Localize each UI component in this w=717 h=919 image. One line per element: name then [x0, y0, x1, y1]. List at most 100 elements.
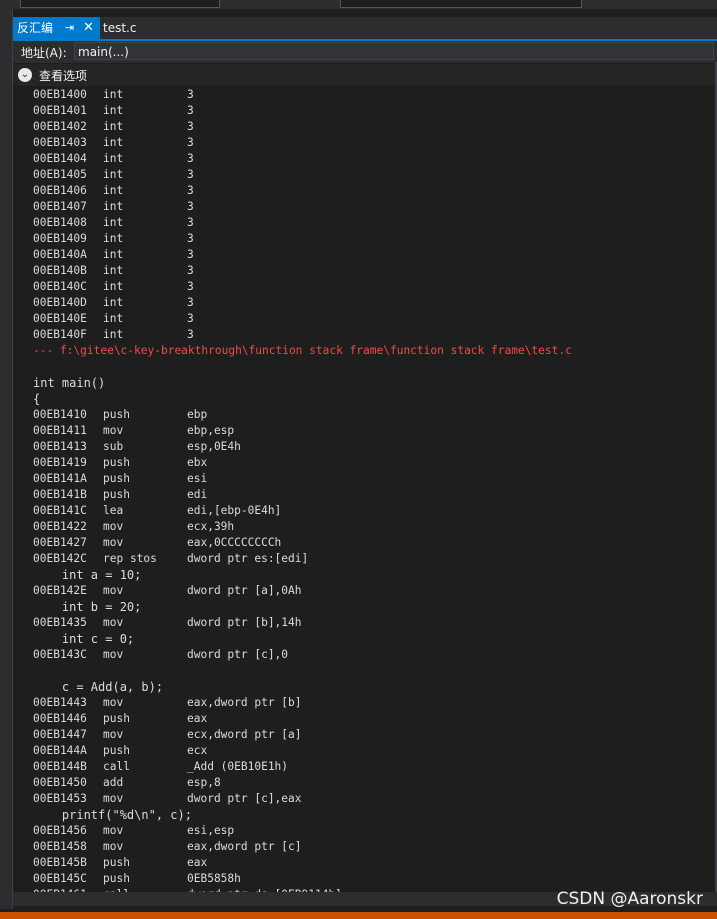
- asm-line: 00EB144A push ecx: [13, 743, 714, 759]
- asm-opcode: mov: [103, 584, 124, 597]
- asm-address: 00EB140F: [33, 328, 87, 341]
- tab-test-c[interactable]: test.c: [103, 17, 136, 39]
- status-bar: [0, 912, 717, 919]
- asm-operands: 3: [187, 248, 194, 261]
- asm-line: 00EB1409 int 3: [13, 231, 714, 247]
- asm-operands: 3: [187, 264, 194, 277]
- asm-opcode: int: [103, 280, 124, 293]
- asm-line: 00EB1407 int 3: [13, 199, 714, 215]
- asm-line: 00EB1458 mov eax,dword ptr [c]: [13, 839, 714, 855]
- asm-line: 00EB140A int 3: [13, 247, 714, 263]
- asm-address: 00EB143C: [33, 648, 87, 661]
- asm-operands: ecx,dword ptr [a]: [187, 728, 302, 741]
- asm-address: 00EB1458: [33, 840, 87, 853]
- asm-operands: eax,0CCCCCCCCh: [187, 536, 282, 549]
- asm-opcode: push: [103, 856, 130, 869]
- asm-opcode: int: [103, 328, 124, 341]
- asm-line: 00EB140F int 3: [13, 327, 714, 343]
- asm-address: 00EB145C: [33, 872, 87, 885]
- asm-opcode: push: [103, 472, 130, 485]
- asm-line: 00EB1450 add esp,8: [13, 775, 714, 791]
- asm-opcode: int: [103, 88, 124, 101]
- asm-address: 00EB1400: [33, 88, 87, 101]
- asm-operands: eax,dword ptr [c]: [187, 840, 302, 853]
- asm-address: 00EB1450: [33, 776, 87, 789]
- asm-operands: _Add (0EB10E1h): [187, 760, 289, 773]
- asm-address: 00EB1411: [33, 424, 87, 437]
- asm-address: 00EB144B: [33, 760, 87, 773]
- asm-opcode: int: [103, 216, 124, 229]
- asm-line: 00EB142E mov dword ptr [a],0Ah: [13, 583, 714, 599]
- source-line: c = Add(a, b);: [33, 680, 164, 694]
- pin-icon[interactable]: ⇥: [65, 17, 74, 39]
- asm-line: 00EB1413 sub esp,0E4h: [13, 439, 714, 455]
- tab-disassembly[interactable]: 反汇编 ⇥ ✕: [13, 17, 100, 39]
- asm-operands: 3: [187, 312, 194, 325]
- asm-opcode: int: [103, 152, 124, 165]
- asm-operands: 3: [187, 280, 194, 293]
- asm-line: 00EB1408 int 3: [13, 215, 714, 231]
- asm-opcode: int: [103, 104, 124, 117]
- asm-operands: esi,esp: [187, 824, 235, 837]
- asm-opcode: int: [103, 200, 124, 213]
- asm-address: 00EB1402: [33, 120, 87, 133]
- asm-line: 00EB1419 push ebx: [13, 455, 714, 471]
- asm-address: 00EB1408: [33, 216, 87, 229]
- asm-operands: dword ptr [c],0: [187, 648, 289, 661]
- asm-address: 00EB1447: [33, 728, 87, 741]
- file-header-line: --- f:\gitee\c-key-breakthrough\function…: [33, 344, 572, 357]
- asm-line: 00EB144B call _Add (0EB10E1h): [13, 759, 714, 775]
- address-input[interactable]: main(...): [74, 42, 714, 60]
- disassembly-view[interactable]: 00EB1400 int 3 00EB1401 int 3 00EB1402 int 3 00EB…: [13, 87, 714, 892]
- asm-operands: eax: [187, 712, 208, 725]
- asm-address: 00EB1422: [33, 520, 87, 533]
- asm-operands: dword ptr [a],0Ah: [187, 584, 302, 597]
- asm-opcode: mov: [103, 520, 124, 533]
- asm-address: 00EB141C: [33, 504, 87, 517]
- toolbar-combo-right[interactable]: [340, 0, 582, 8]
- asm-line: 00EB1403 int 3: [13, 135, 714, 151]
- asm-address: 00EB1407: [33, 200, 87, 213]
- chevron-down-circle-icon[interactable]: ⌄: [18, 68, 32, 82]
- asm-opcode: int: [103, 168, 124, 181]
- asm-address: 00EB141B: [33, 488, 87, 501]
- asm-opcode: int: [103, 120, 124, 133]
- asm-line: 00EB140C int 3: [13, 279, 714, 295]
- asm-opcode: push: [103, 456, 130, 469]
- asm-operands: ebp,esp: [187, 424, 235, 437]
- asm-line: 00EB143C mov dword ptr [c],0: [13, 647, 714, 663]
- asm-line: 00EB140E int 3: [13, 311, 714, 327]
- asm-opcode: mov: [103, 824, 124, 837]
- asm-operands: eax: [187, 856, 208, 869]
- asm-address: 00EB1404: [33, 152, 87, 165]
- view-options-row[interactable]: ⌄ 查看选项: [13, 64, 717, 86]
- left-tool-strip: [0, 9, 13, 909]
- asm-opcode: push: [103, 408, 130, 421]
- asm-operands: ebp: [187, 408, 208, 421]
- asm-operands: 3: [187, 152, 194, 165]
- asm-operands: 3: [187, 296, 194, 309]
- asm-address: 00EB1427: [33, 536, 87, 549]
- asm-address: 00EB1405: [33, 168, 87, 181]
- asm-operands: esp,0E4h: [187, 440, 241, 453]
- asm-operands: 3: [187, 136, 194, 149]
- asm-line: 00EB1446 push eax: [13, 711, 714, 727]
- asm-opcode: mov: [103, 536, 124, 549]
- asm-operands: 3: [187, 232, 194, 245]
- asm-address: 00EB140E: [33, 312, 87, 325]
- toolbar-combo-left[interactable]: [20, 0, 220, 8]
- source-line: int b = 20;: [33, 600, 142, 614]
- source-line: int c = 0;: [33, 632, 135, 646]
- asm-operands: 3: [187, 168, 194, 181]
- asm-operands: 3: [187, 88, 194, 101]
- close-icon[interactable]: ✕: [83, 17, 94, 39]
- asm-opcode: int: [103, 136, 124, 149]
- asm-opcode: mov: [103, 728, 124, 741]
- asm-address: 00EB140D: [33, 296, 87, 309]
- asm-operands: 3: [187, 104, 194, 117]
- asm-address: 00EB1453: [33, 792, 87, 805]
- asm-address: 00EB1419: [33, 456, 87, 469]
- asm-opcode: int: [103, 296, 124, 309]
